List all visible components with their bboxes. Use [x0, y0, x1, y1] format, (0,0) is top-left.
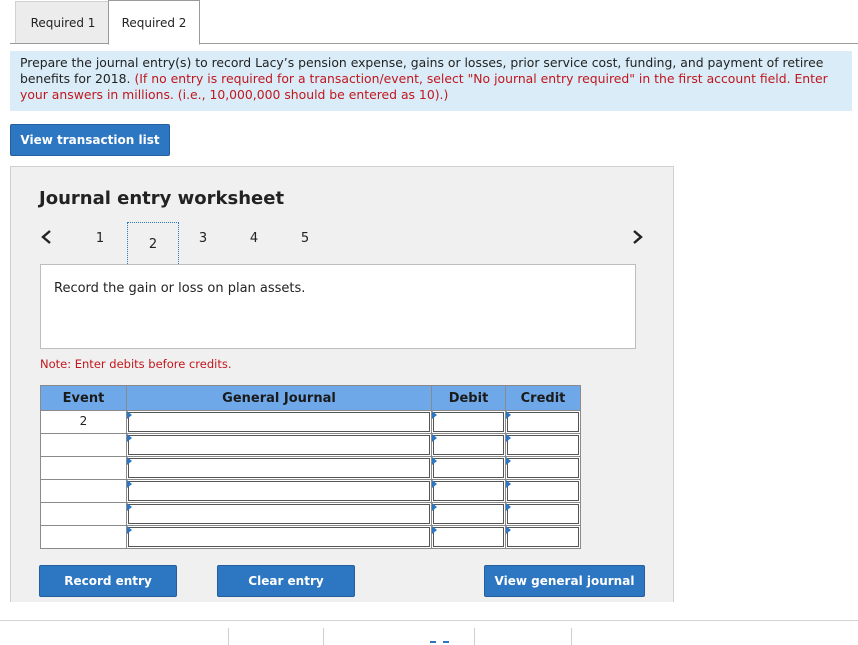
step-description-text: Record the gain or loss on plan assets.	[54, 281, 306, 296]
view-general-journal-button[interactable]: View general journal	[484, 565, 645, 597]
step-5[interactable]: 5	[295, 231, 315, 246]
tab-required-1[interactable]: Required 1	[15, 1, 111, 43]
input-marker-icon	[506, 480, 511, 488]
credit-field[interactable]	[505, 502, 581, 526]
debit-field[interactable]	[431, 479, 506, 503]
chevron-left-icon[interactable]	[39, 227, 55, 247]
bottom-nav-divider	[571, 628, 572, 645]
dropdown-arrow-icon	[127, 434, 132, 442]
debit-credit-note: Note: Enter debits before credits.	[40, 357, 232, 371]
table-row: 2	[40, 410, 581, 434]
table-row	[40, 433, 581, 457]
account-field[interactable]	[126, 410, 432, 434]
header-credit: Credit	[505, 385, 581, 411]
input-marker-icon	[432, 503, 437, 511]
input-marker-icon	[432, 411, 437, 419]
debit-field[interactable]	[431, 456, 506, 480]
account-field[interactable]	[126, 525, 432, 549]
dropdown-arrow-icon	[127, 503, 132, 511]
tab-bar: Required 1 Required 2	[10, 0, 858, 45]
header-event: Event	[40, 385, 127, 411]
tab-required-2[interactable]: Required 2	[108, 0, 200, 45]
credit-field[interactable]	[505, 410, 581, 434]
debit-field[interactable]	[431, 525, 506, 549]
step-1[interactable]: 1	[90, 231, 110, 246]
input-marker-icon	[432, 457, 437, 465]
input-marker-icon	[506, 457, 511, 465]
record-entry-button[interactable]: Record entry	[39, 565, 177, 597]
table-row	[40, 479, 581, 503]
table-row	[40, 502, 581, 526]
bottom-nav-divider	[474, 628, 475, 645]
bottom-divider	[0, 620, 858, 621]
header-general-journal: General Journal	[126, 385, 432, 411]
credit-field[interactable]	[505, 479, 581, 503]
input-marker-icon	[506, 526, 511, 534]
journal-table: Event General Journal Debit Credit 2	[40, 385, 581, 549]
input-marker-icon	[506, 503, 511, 511]
table-row	[40, 525, 581, 549]
dropdown-arrow-icon	[127, 457, 132, 465]
input-marker-icon	[432, 434, 437, 442]
input-marker-icon	[432, 480, 437, 488]
dropdown-arrow-icon	[127, 411, 132, 419]
account-field[interactable]	[126, 502, 432, 526]
clear-entry-button[interactable]: Clear entry	[217, 565, 355, 597]
step-description: Record the gain or loss on plan assets.	[40, 264, 636, 349]
account-field[interactable]	[126, 456, 432, 480]
dropdown-arrow-icon	[127, 526, 132, 534]
credit-field[interactable]	[505, 456, 581, 480]
debit-field[interactable]	[431, 433, 506, 457]
debit-field[interactable]	[431, 502, 506, 526]
bottom-nav-divider	[323, 628, 324, 645]
event-cell	[40, 502, 127, 526]
instructions-box: Prepare the journal entry(s) to record L…	[10, 51, 852, 111]
event-cell	[40, 479, 127, 503]
journal-entry-worksheet-panel: Journal entry worksheet 1 2 3 4 5 Record…	[10, 166, 674, 602]
credit-field[interactable]	[505, 525, 581, 549]
instructions-note: (If no entry is required for a transacti…	[20, 71, 828, 102]
table-row	[40, 456, 581, 480]
worksheet-title: Journal entry worksheet	[39, 188, 285, 209]
credit-field[interactable]	[505, 433, 581, 457]
account-field[interactable]	[126, 433, 432, 457]
view-transaction-list-button[interactable]: View transaction list	[10, 124, 170, 156]
chevron-right-icon[interactable]	[629, 227, 645, 247]
input-marker-icon	[432, 526, 437, 534]
event-cell	[40, 433, 127, 457]
event-cell	[40, 525, 127, 549]
account-field[interactable]	[126, 479, 432, 503]
event-cell: 2	[40, 410, 127, 434]
input-marker-icon	[506, 411, 511, 419]
header-debit: Debit	[431, 385, 506, 411]
grid-icon[interactable]	[430, 641, 449, 644]
input-marker-icon	[506, 434, 511, 442]
dropdown-arrow-icon	[127, 480, 132, 488]
event-cell	[40, 456, 127, 480]
step-2[interactable]: 2	[127, 222, 179, 266]
bottom-nav-divider	[228, 628, 229, 645]
debit-field[interactable]	[431, 410, 506, 434]
step-4[interactable]: 4	[244, 231, 264, 246]
step-3[interactable]: 3	[193, 231, 213, 246]
